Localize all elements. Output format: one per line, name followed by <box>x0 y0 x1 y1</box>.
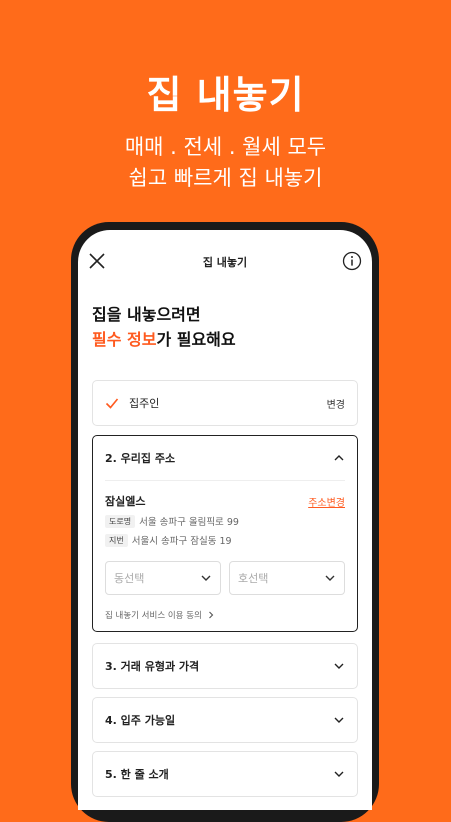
chevron-down-icon <box>325 575 335 581</box>
headline-rest: 가 필요해요 <box>156 330 236 349</box>
headline-line1: 집을 내놓으려면 <box>92 305 201 324</box>
step-owner-row: 집주인 변경 <box>93 381 357 425</box>
dong-placeholder: 동선택 <box>114 572 145 585</box>
step-intro-row[interactable]: 5. 한 줄 소개 <box>93 752 357 796</box>
step-address-header[interactable]: 2. 우리집 주소 <box>93 436 357 480</box>
jibun-address-line: 지번 서울시 송파구 잠실동 19 <box>105 533 345 547</box>
promo-title: 집 내놓기 <box>146 73 305 117</box>
step-intro-label: 5. 한 줄 소개 <box>105 768 169 781</box>
jibun-tag: 지번 <box>105 533 128 547</box>
step-deal-label: 3. 거래 유형과 가격 <box>105 660 200 673</box>
road-address: 서울 송파구 올림픽로 99 <box>139 517 239 528</box>
road-tag: 도로명 <box>105 514 136 528</box>
step-address-label: 2. 우리집 주소 <box>105 452 176 465</box>
service-consent-link[interactable]: 집 내놓기 서비스 이용 동의 <box>105 609 345 621</box>
unit-selects: 동선택 호선택 <box>105 561 345 595</box>
step-deal-row[interactable]: 3. 거래 유형과 가격 <box>93 644 357 688</box>
step-movein-card[interactable]: 4. 입주 가능일 <box>92 697 358 743</box>
check-icon <box>105 398 119 409</box>
chevron-up-icon[interactable] <box>333 452 345 464</box>
step-owner-label: 집주인 <box>129 397 160 410</box>
place-row: 잠실엘스 주소변경 <box>105 493 345 509</box>
chevron-down-icon[interactable] <box>333 768 345 780</box>
step-movein-label: 4. 입주 가능일 <box>105 714 176 727</box>
step-movein-row[interactable]: 4. 입주 가능일 <box>93 698 357 742</box>
step-deal-card[interactable]: 3. 거래 유형과 가격 <box>92 643 358 689</box>
chevron-down-icon[interactable] <box>333 714 345 726</box>
step-intro-card[interactable]: 5. 한 줄 소개 <box>92 751 358 797</box>
address-body: 잠실엘스 주소변경 도로명 서울 송파구 올림픽로 99 지번 서울시 송파구 … <box>93 481 357 621</box>
change-address-link[interactable]: 주소변경 <box>308 494 345 509</box>
screen-title: 집 내놓기 <box>202 256 248 269</box>
chevron-down-icon[interactable] <box>333 660 345 672</box>
chevron-right-icon <box>208 611 214 619</box>
promo-subtitle: 매매 . 전세 . 월세 모두 쉽고 빠르게 집 내놓기 <box>0 132 451 194</box>
dong-select[interactable]: 동선택 <box>105 561 221 595</box>
ho-select[interactable]: 호선택 <box>229 561 345 595</box>
phone-screen: 집 내놓기 집을 내놓으려면 필수 정보가 필요해요 집주인 변경 2. 우리집… <box>78 230 372 810</box>
place-name: 잠실엘스 <box>105 495 146 508</box>
info-icon[interactable] <box>342 251 362 271</box>
chevron-down-icon <box>201 575 211 581</box>
step-owner-card: 집주인 변경 <box>92 380 358 426</box>
promo-subtitle-line2: 쉽고 빠르게 집 내놓기 <box>128 166 323 190</box>
road-address-line: 도로명 서울 송파구 올림픽로 99 <box>105 514 345 528</box>
ho-placeholder: 호선택 <box>238 572 269 585</box>
consent-label: 집 내놓기 서비스 이용 동의 <box>105 611 202 621</box>
owner-change-button[interactable]: 변경 <box>327 396 345 411</box>
jibun-address: 서울시 송파구 잠실동 19 <box>131 536 232 547</box>
promo-subtitle-line1: 매매 . 전세 . 월세 모두 <box>124 135 327 159</box>
headline-line2: 필수 정보가 필요해요 <box>92 327 236 352</box>
step-address-card: 2. 우리집 주소 잠실엘스 주소변경 도로명 서울 송파구 올림픽로 99 지… <box>92 435 358 632</box>
headline-accent: 필수 정보 <box>92 330 157 349</box>
top-bar: 집 내놓기 <box>78 230 372 290</box>
headline: 집을 내놓으려면 필수 정보가 필요해요 <box>92 302 236 352</box>
